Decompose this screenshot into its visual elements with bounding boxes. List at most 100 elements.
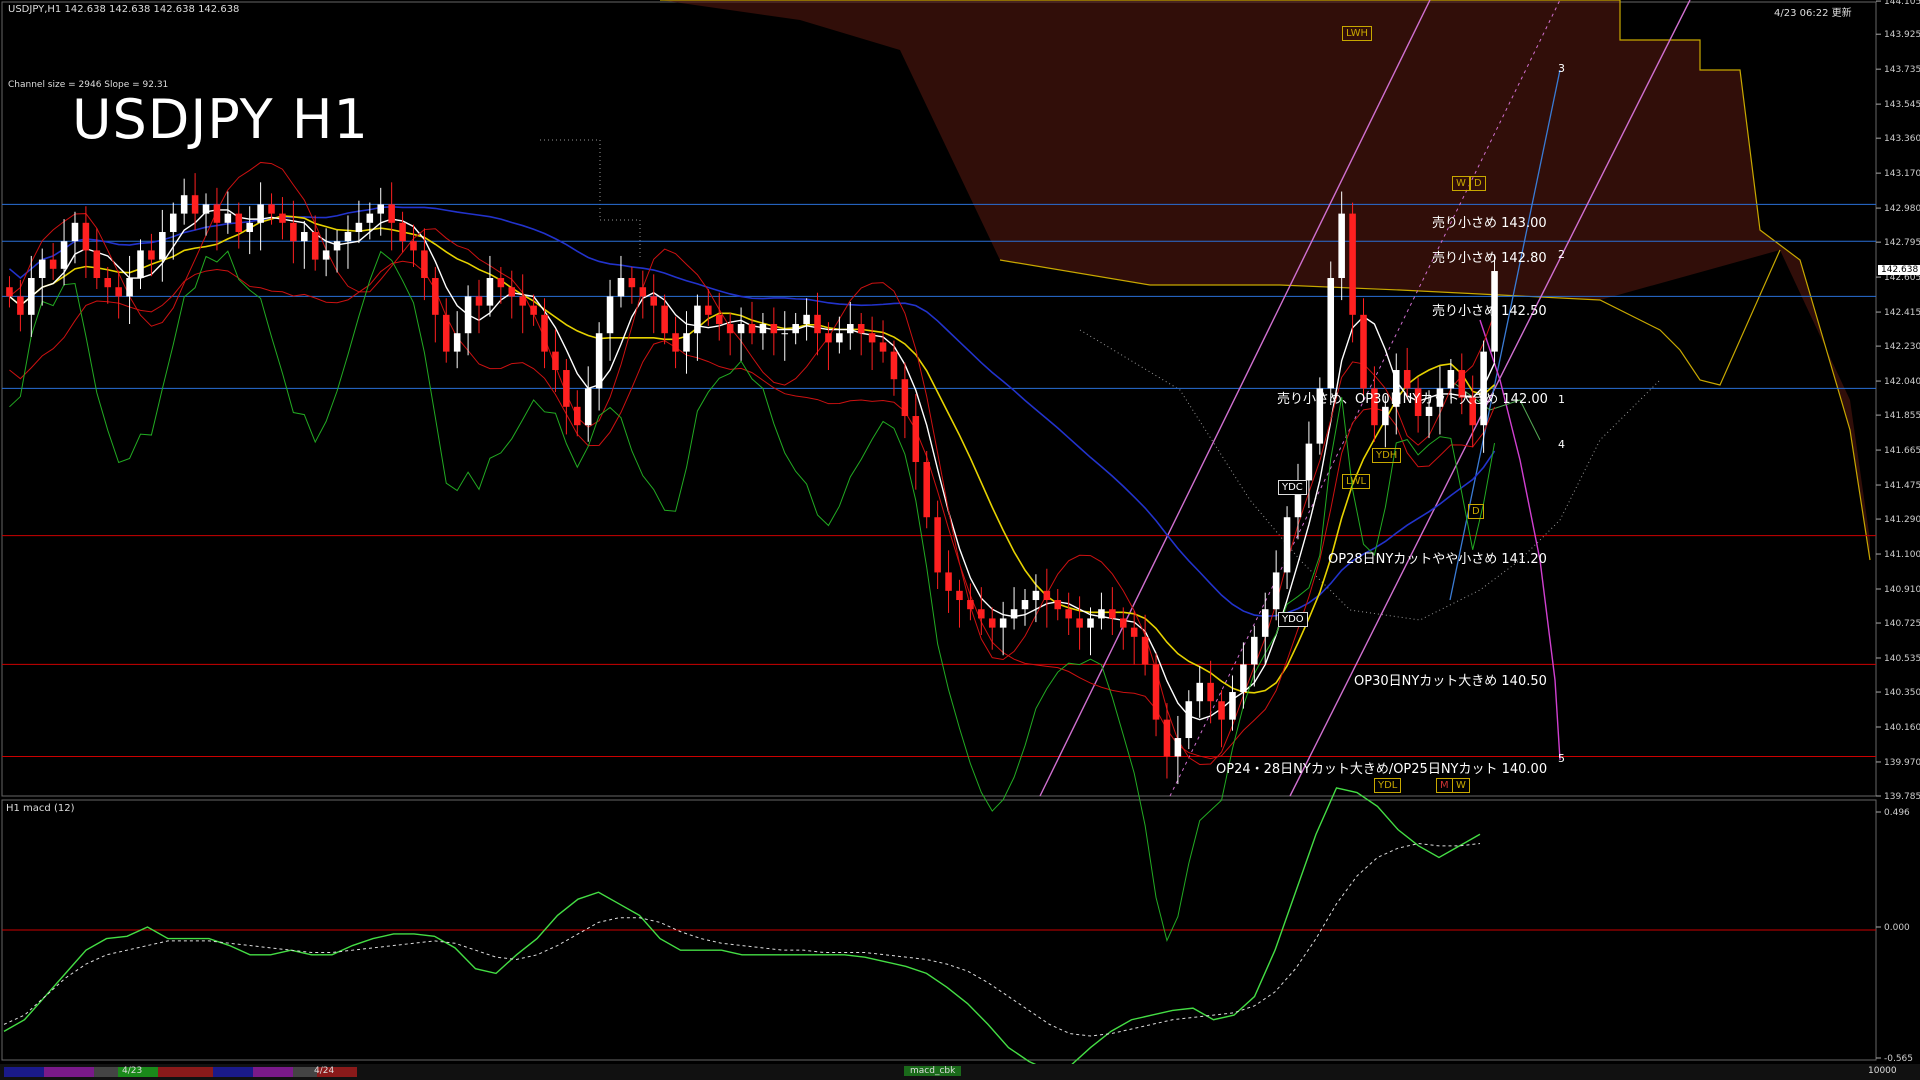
box-d2: D — [1468, 504, 1484, 519]
candle-body — [967, 600, 974, 610]
candle-body — [224, 213, 232, 223]
candle-body — [377, 204, 385, 214]
candle-body — [213, 204, 221, 223]
candle-body — [1119, 618, 1127, 628]
candle-body — [344, 232, 352, 242]
candle-body — [6, 287, 13, 297]
price-axis-label: 143.735 — [1884, 65, 1920, 75]
annotation-143-00: 売り小さめ 143.00 — [1432, 216, 1547, 231]
candle-body — [988, 618, 996, 628]
candle-body — [857, 324, 865, 334]
candle-body — [279, 213, 286, 223]
candle-body — [486, 278, 494, 306]
annotation-142-50: 売り小さめ 142.50 — [1432, 304, 1547, 319]
chart-canvas[interactable]: 144.105 143.925 143.735 143.545 143.360 143.1… — [0, 0, 1920, 1080]
candle-body — [464, 296, 472, 334]
candle-body — [1109, 609, 1116, 619]
candle-body — [1076, 618, 1083, 628]
candle-body — [1010, 609, 1018, 619]
candle-body — [1349, 213, 1356, 315]
price-axis-label: 142.230 — [1884, 342, 1920, 352]
candle-body — [1021, 600, 1029, 610]
price-axis-label: 140.725 — [1884, 619, 1920, 629]
candle-body — [1185, 701, 1193, 739]
candle-body — [388, 204, 395, 223]
candle-body — [497, 278, 505, 288]
candle-body — [257, 204, 264, 223]
candle-body — [180, 195, 188, 214]
wave-1-label: 1 — [1558, 393, 1565, 406]
candle-body — [563, 370, 570, 407]
candle-body — [1054, 600, 1062, 610]
bottom-bar: 4/23 4/24 macd_cbk 10000 — [0, 1064, 1920, 1080]
current-price-tag: 142.638 — [1878, 265, 1920, 276]
candle-body — [584, 388, 592, 426]
wave-5-label: 5 — [1558, 752, 1565, 765]
candle-body — [1098, 609, 1105, 619]
candle-body — [803, 314, 810, 325]
timestamp: 4/23 06:22 更新 — [1774, 8, 1852, 19]
candle-body — [38, 259, 46, 279]
chart-title: USDJPY H1 — [72, 88, 369, 151]
price-axis-label: 141.475 — [1884, 481, 1920, 491]
candle-body — [1425, 406, 1433, 417]
candle-body — [923, 462, 930, 518]
box-w2: W — [1452, 778, 1470, 793]
candle-body — [1240, 664, 1247, 693]
price-axis-label: 143.170 — [1884, 169, 1920, 179]
annotation-142-00: 売り小さめ、OP30日NYカット大きめ 142.00 — [1277, 392, 1548, 407]
candle-body — [1338, 213, 1345, 279]
price-axis-label: 143.925 — [1884, 30, 1920, 40]
candle-body — [1251, 636, 1258, 665]
wave-2-label: 2 — [1558, 248, 1565, 261]
candle-body — [333, 241, 341, 251]
wave-3-label: 3 — [1558, 62, 1565, 75]
candle-body — [148, 250, 155, 260]
price-axis-label: 141.855 — [1884, 411, 1920, 421]
candle-body — [1174, 738, 1182, 757]
candle-body — [60, 241, 68, 269]
candle-body — [726, 324, 734, 334]
candle-body — [595, 333, 603, 389]
candle-body — [202, 204, 210, 214]
candle-body — [235, 213, 243, 233]
candle-body — [639, 287, 647, 297]
price-axis-label: 142.040 — [1884, 377, 1920, 387]
candle-body — [71, 222, 79, 242]
annotation-142-80: 売り小さめ 142.80 — [1432, 251, 1547, 266]
candle-body — [268, 204, 275, 214]
candle-body — [606, 296, 614, 334]
price-axis-label: 139.970 — [1884, 758, 1920, 768]
candle-body — [1283, 517, 1291, 573]
macd-axis-label: 0.496 — [1884, 808, 1910, 818]
box-lwl: LWL — [1342, 474, 1371, 489]
candle-body — [126, 278, 133, 297]
candle-body — [115, 287, 122, 297]
date-label-4-24: 4/24 — [314, 1066, 335, 1076]
candle-body — [956, 590, 963, 601]
candle-body — [399, 222, 406, 242]
candle-body — [672, 333, 679, 352]
candle-body — [945, 572, 952, 591]
box-ydh: YDH — [1372, 448, 1402, 463]
candle-body — [825, 333, 832, 343]
candle-body — [17, 296, 24, 315]
candle-body — [301, 232, 308, 242]
candle-body — [628, 278, 636, 288]
box-m: M — [1436, 778, 1453, 793]
candle-body — [1382, 406, 1389, 426]
box-ydc: YDC — [1278, 480, 1307, 495]
indicator-tab[interactable]: macd_cbk — [904, 1066, 962, 1076]
candle-body — [1196, 682, 1203, 702]
candle-body — [748, 324, 756, 334]
candle-body — [530, 305, 537, 315]
date-label-4-23: 4/23 — [122, 1066, 143, 1076]
candle-body — [355, 222, 363, 233]
candle-body — [366, 213, 374, 223]
candle-body — [683, 333, 690, 352]
candle-body — [475, 296, 483, 306]
price-axis-label: 141.665 — [1884, 446, 1920, 456]
candle-body — [159, 232, 166, 260]
candle-body — [868, 333, 876, 343]
candle-body — [311, 232, 319, 260]
